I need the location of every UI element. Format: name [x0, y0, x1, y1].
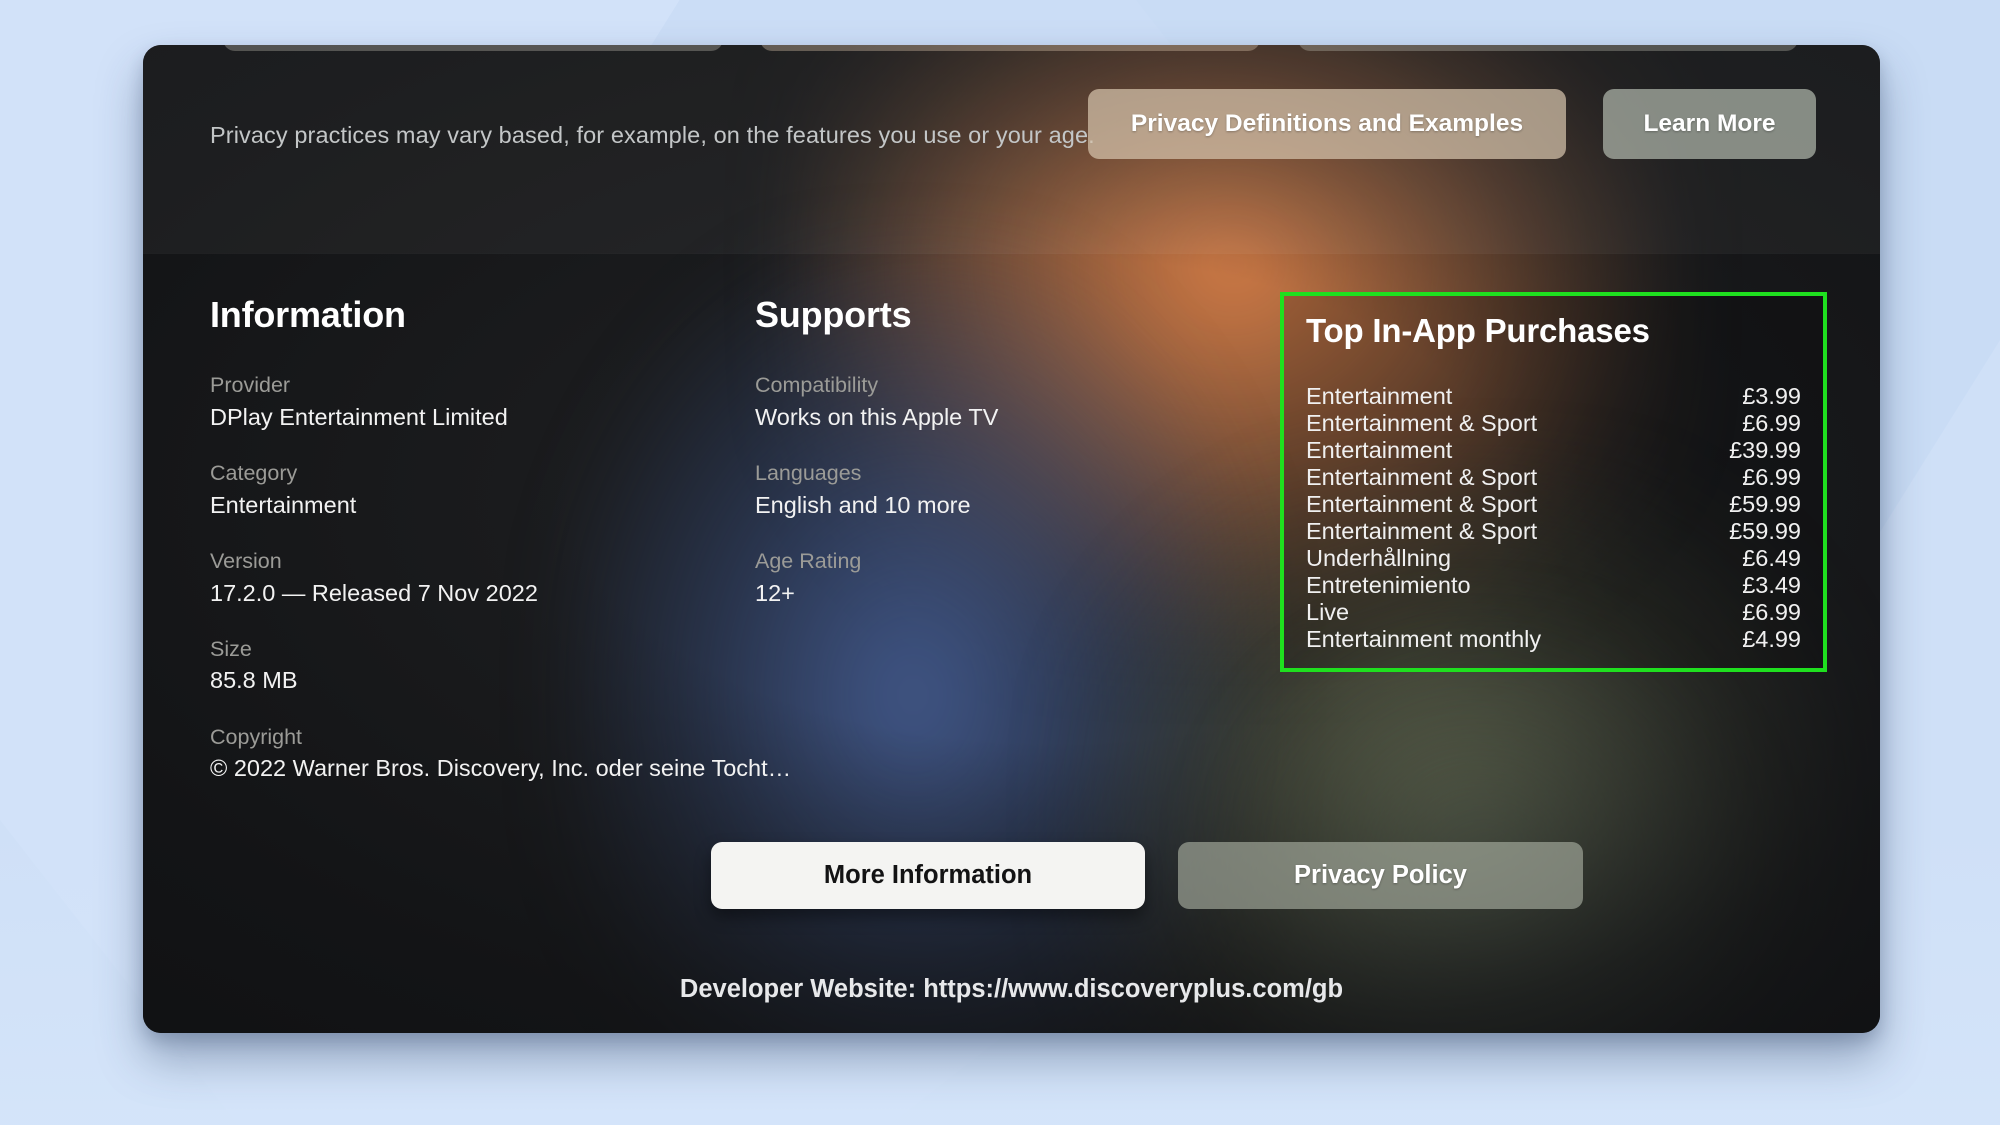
field-label: Age Rating [755, 548, 862, 573]
desktop-background: Privacy practices may vary based, for ex… [0, 0, 2000, 1125]
privacy-policy-button[interactable]: Privacy Policy [1178, 842, 1583, 909]
iap-name: Entertainment [1306, 383, 1453, 409]
information-fields: Provider DPlay Entertainment Limited Cat… [210, 373, 792, 783]
field-value: 12+ [755, 579, 795, 606]
privacy-definitions-and-examples-button[interactable]: Privacy Definitions and Examples [1088, 89, 1566, 159]
iap-name: Entertainment & Sport [1306, 410, 1538, 436]
iap-price: £3.49 [1742, 572, 1801, 598]
list-item: Entertainment & Sport £6.99 [1306, 410, 1801, 437]
developer-website-link[interactable]: Developer Website: https://www.discovery… [143, 975, 1880, 1004]
information-column: Information Provider DPlay Entertainment… [210, 294, 792, 813]
iap-price: £6.99 [1742, 599, 1801, 625]
list-item: Underhållning £6.49 [1306, 545, 1801, 572]
list-item: Entertainment & Sport £6.99 [1306, 464, 1801, 491]
in-app-purchase-list: Entertainment £3.99 Entertainment & Spor… [1306, 383, 1801, 653]
app-store-detail-window: Privacy practices may vary based, for ex… [143, 45, 1880, 1033]
iap-price: £59.99 [1729, 491, 1801, 517]
field-label: Provider [210, 373, 291, 397]
list-item: Entertainment £3.99 [1306, 383, 1801, 410]
top-in-app-purchases-heading: Top In-App Purchases [1306, 312, 1650, 349]
list-item: Live £6.99 [1306, 599, 1801, 626]
field-label: Copyright [210, 724, 303, 749]
iap-name: Entertainment [1306, 437, 1453, 463]
field-version: Version 17.2.0 — Released 7 Nov 2022 [210, 549, 640, 607]
privacy-card-stub-1 [223, 45, 723, 51]
field-label: Size [210, 636, 252, 661]
more-information-button[interactable]: More Information [711, 842, 1145, 909]
iap-name: Entretenimiento [1306, 572, 1471, 598]
field-provider: Provider DPlay Entertainment Limited [210, 373, 640, 431]
field-value: 17.2.0 — Released 7 Nov 2022 [210, 579, 538, 606]
iap-price: £59.99 [1729, 518, 1801, 544]
iap-name: Live [1306, 599, 1350, 625]
iap-price: £3.99 [1742, 383, 1801, 409]
iap-price: £6.49 [1742, 545, 1801, 571]
iap-name: Entertainment monthly [1306, 626, 1542, 652]
privacy-section: Privacy practices may vary based, for ex… [143, 45, 1880, 253]
list-item: Entertainment & Sport £59.99 [1306, 491, 1801, 518]
top-in-app-purchases-panel: Top In-App Purchases Entertainment £3.99… [1280, 292, 1827, 672]
supports-fields: Compatibility Works on this Apple TV Lan… [755, 373, 1185, 607]
field-value: DPlay Entertainment Limited [210, 403, 508, 430]
learn-more-button[interactable]: Learn More [1603, 89, 1816, 159]
field-copyright: Copyright © 2022 Warner Bros. Discovery,… [210, 724, 792, 783]
field-value: Works on this Apple TV [755, 403, 999, 430]
iap-price: £4.99 [1742, 626, 1801, 652]
field-label: Version [210, 548, 282, 573]
field-age-rating: Age Rating 12+ [755, 549, 1185, 607]
list-item: Entertainment & Sport £59.99 [1306, 518, 1801, 545]
information-heading: Information [210, 294, 406, 335]
field-compatibility: Compatibility Works on this Apple TV [755, 373, 1185, 431]
list-item: Entertainment monthly £4.99 [1306, 626, 1801, 653]
privacy-card-stub-3 [1298, 45, 1798, 51]
field-label: Compatibility [755, 373, 879, 397]
iap-price: £39.99 [1729, 437, 1801, 463]
iap-price: £6.99 [1742, 464, 1801, 490]
supports-heading: Supports [755, 294, 912, 335]
privacy-practices-note: Privacy practices may vary based, for ex… [210, 122, 1095, 148]
field-label: Languages [755, 460, 862, 485]
iap-name: Entertainment & Sport [1306, 464, 1538, 490]
privacy-card-stub-2 [760, 45, 1260, 51]
section-divider [143, 253, 1880, 254]
field-size: Size 85.8 MB [210, 637, 640, 695]
list-item: Entretenimiento £3.49 [1306, 572, 1801, 599]
list-item: Entertainment £39.99 [1306, 437, 1801, 464]
field-label: Category [210, 460, 298, 485]
field-languages: Languages English and 10 more [755, 461, 1185, 519]
field-value: © 2022 Warner Bros. Discovery, Inc. oder… [210, 755, 792, 782]
iap-name: Underhållning [1306, 545, 1452, 571]
field-value: 85.8 MB [210, 667, 298, 694]
field-category: Category Entertainment [210, 461, 640, 519]
iap-name: Entertainment & Sport [1306, 491, 1538, 517]
iap-name: Entertainment & Sport [1306, 518, 1538, 544]
field-value: English and 10 more [755, 491, 971, 518]
iap-price: £6.99 [1742, 410, 1801, 436]
supports-column: Supports Compatibility Works on this App… [755, 297, 1185, 637]
field-value: Entertainment [210, 491, 357, 518]
